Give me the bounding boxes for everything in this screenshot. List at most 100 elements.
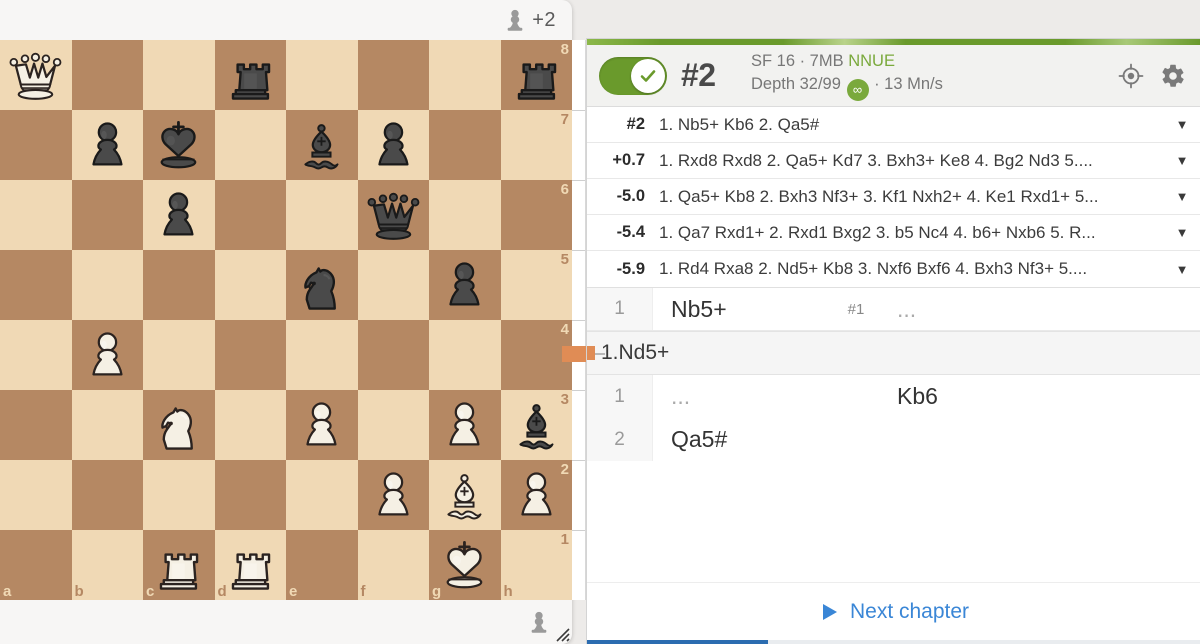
- square-e8[interactable]: [286, 40, 358, 110]
- pv-line-2[interactable]: +0.7 1. Rxd8 Rxd8 2. Qa5+ Kd7 3. Bxh3+ Ke…: [587, 143, 1200, 179]
- square-b4[interactable]: [71, 320, 143, 390]
- square-e1[interactable]: e: [286, 530, 358, 600]
- square-e2[interactable]: [286, 460, 358, 530]
- square-c6[interactable]: [143, 180, 215, 250]
- square-d2[interactable]: [214, 460, 286, 530]
- move-list[interactable]: 1 Nb5+ #1... 1.Nd5+ 1... Kb6 2 Qa5#: [587, 288, 1200, 582]
- square-f3[interactable]: [357, 390, 429, 460]
- square-g2[interactable]: [429, 460, 501, 530]
- square-h3[interactable]: 3: [500, 390, 572, 460]
- square-f7[interactable]: [357, 110, 429, 180]
- pv-line-4[interactable]: -5.4 1. Qa7 Rxd1+ 2. Rxd1 Bxg2 3. b5 Nc4 …: [587, 215, 1200, 251]
- square-a6[interactable]: [0, 180, 72, 250]
- white-move[interactable]: Nb5+: [653, 296, 833, 323]
- white-move[interactable]: ...: [653, 383, 833, 410]
- square-f8[interactable]: [357, 40, 429, 110]
- square-g8[interactable]: [429, 40, 501, 110]
- square-d7[interactable]: [214, 110, 286, 180]
- panel-footer: Next chapter: [587, 582, 1200, 640]
- variation-marker: [587, 346, 595, 360]
- engine-name: SF 16 · 7MB: [751, 52, 844, 71]
- chevron-down-icon[interactable]: ▼: [1172, 225, 1192, 240]
- square-c2[interactable]: [143, 460, 215, 530]
- square-a8[interactable]: [0, 40, 72, 110]
- square-g1[interactable]: g: [429, 530, 501, 600]
- square-e7[interactable]: [286, 110, 358, 180]
- crosshair-icon[interactable]: [1118, 63, 1144, 89]
- move-glyph: #1: [847, 300, 865, 318]
- square-g7[interactable]: [429, 110, 501, 180]
- engine-pv-lines: #2 1. Nb5+ Kb6 2. Qa5# ▼ +0.7 1. Rxd8 Rxd8 2…: [587, 107, 1200, 288]
- square-c1[interactable]: c: [143, 530, 215, 600]
- square-h7[interactable]: 7: [500, 110, 572, 180]
- square-c8[interactable]: [143, 40, 215, 110]
- square-e4[interactable]: [286, 320, 358, 390]
- square-a1[interactable]: a: [0, 530, 72, 600]
- chevron-down-icon[interactable]: ▼: [1172, 262, 1192, 277]
- square-c5[interactable]: [143, 250, 215, 320]
- square-h2[interactable]: 2: [500, 460, 572, 530]
- pv-line-3[interactable]: -5.0 1. Qa5+ Kb8 2. Bxh3 Nf3+ 3. Kf1 Nxh2…: [587, 179, 1200, 215]
- square-h8[interactable]: 8: [500, 40, 572, 110]
- engine-speed: · 13 Mn/s: [874, 74, 943, 93]
- chevron-down-icon[interactable]: ▼: [1172, 117, 1192, 132]
- engine-depth-row: Depth 32/99 ∞ · 13 Mn/s: [751, 73, 1104, 101]
- square-h1[interactable]: 1h: [500, 530, 572, 600]
- square-d3[interactable]: [214, 390, 286, 460]
- chevron-down-icon[interactable]: ▼: [1172, 189, 1192, 204]
- square-c7[interactable]: [143, 110, 215, 180]
- square-d8[interactable]: [214, 40, 286, 110]
- rank-label-7: 7: [560, 111, 569, 128]
- square-d1[interactable]: d: [214, 530, 286, 600]
- square-f5[interactable]: [357, 250, 429, 320]
- square-b3[interactable]: [71, 390, 143, 460]
- square-f4[interactable]: [357, 320, 429, 390]
- square-a4[interactable]: [0, 320, 72, 390]
- file-label-f: f: [360, 583, 366, 600]
- square-h6[interactable]: 6: [500, 180, 572, 250]
- square-f6[interactable]: [357, 180, 429, 250]
- pv-line-5[interactable]: -5.9 1. Rd4 Rxa8 2. Nd5+ Kb8 3. Nxf6 Bxf6…: [587, 251, 1200, 287]
- square-c3[interactable]: [143, 390, 215, 460]
- engine-toggle[interactable]: [599, 56, 667, 95]
- square-d4[interactable]: [214, 320, 286, 390]
- square-a2[interactable]: [0, 460, 72, 530]
- square-f2[interactable]: [357, 460, 429, 530]
- square-b6[interactable]: [71, 180, 143, 250]
- next-chapter-button[interactable]: Next chapter: [850, 600, 969, 624]
- move-row[interactable]: 2 Qa5#: [587, 418, 1200, 461]
- square-f1[interactable]: f: [357, 530, 429, 600]
- move-number: 1: [587, 375, 653, 418]
- square-g5[interactable]: [429, 250, 501, 320]
- square-b5[interactable]: [71, 250, 143, 320]
- square-g3[interactable]: [429, 390, 501, 460]
- square-b7[interactable]: [71, 110, 143, 180]
- square-b2[interactable]: [71, 460, 143, 530]
- square-a5[interactable]: [0, 250, 72, 320]
- black-move[interactable]: Kb6: [879, 383, 1059, 410]
- square-d6[interactable]: [214, 180, 286, 250]
- white-move[interactable]: Qa5#: [653, 426, 833, 453]
- play-icon[interactable]: [818, 601, 840, 623]
- square-e3[interactable]: [286, 390, 358, 460]
- square-e5[interactable]: [286, 250, 358, 320]
- variation-row[interactable]: 1.Nd5+: [587, 331, 1200, 375]
- square-a7[interactable]: [0, 110, 72, 180]
- square-d5[interactable]: [214, 250, 286, 320]
- chevron-down-icon[interactable]: ▼: [1172, 153, 1192, 168]
- gear-icon[interactable]: [1160, 63, 1186, 89]
- black-move[interactable]: ...: [879, 296, 1059, 323]
- move-row[interactable]: 1... Kb6: [587, 375, 1200, 418]
- square-b8[interactable]: [71, 40, 143, 110]
- square-c4[interactable]: [143, 320, 215, 390]
- pawn-icon: [531, 611, 547, 633]
- chess-board[interactable]: 8 7 6 5 4 3 2 a b c d e f g 1 h: [0, 40, 572, 600]
- square-g6[interactable]: [429, 180, 501, 250]
- square-b1[interactable]: b: [71, 530, 143, 600]
- pv-line-1[interactable]: #2 1. Nb5+ Kb6 2. Qa5# ▼: [587, 107, 1200, 143]
- square-a3[interactable]: [0, 390, 72, 460]
- square-g4[interactable]: [429, 320, 501, 390]
- move-row[interactable]: 1 Nb5+ #1...: [587, 288, 1200, 331]
- square-h5[interactable]: 5: [500, 250, 572, 320]
- square-e6[interactable]: [286, 180, 358, 250]
